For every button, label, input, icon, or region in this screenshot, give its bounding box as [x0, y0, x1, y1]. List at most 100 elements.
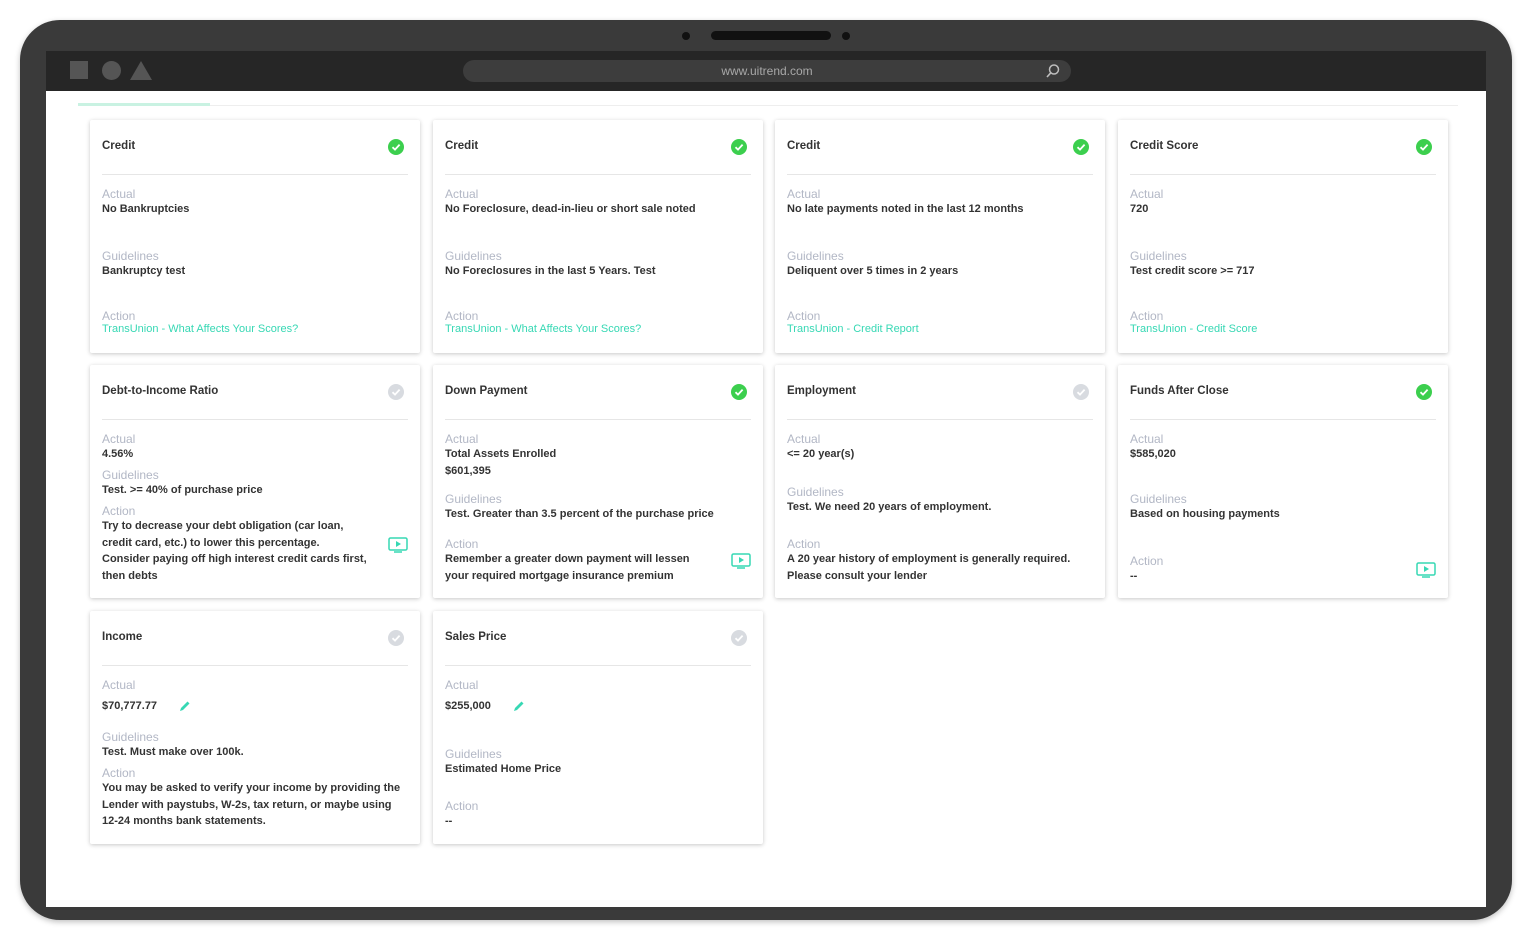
browser-toolbar: www.uitrend.com: [46, 51, 1486, 91]
actual-value: 4.56%: [102, 448, 134, 460]
action-label: Action: [445, 537, 479, 551]
device-frame: www.uitrend.com Credit Actual No Bankrup…: [20, 20, 1512, 920]
action-label: Action: [1130, 309, 1164, 323]
action-link[interactable]: TransUnion - What Affects Your Scores?: [445, 323, 751, 335]
action-text: --: [445, 815, 453, 827]
action-label: Action: [102, 504, 136, 518]
card-title: Credit Score: [1130, 140, 1199, 152]
requirement-card-funds-after-close: Funds After Close Actual $585,020 Guidel…: [1118, 365, 1448, 598]
action-text: --: [1130, 570, 1138, 582]
action-link[interactable]: TransUnion - Credit Report: [787, 323, 1093, 335]
guidelines-label: Guidelines: [445, 249, 502, 263]
guidelines-label: Guidelines: [787, 249, 844, 263]
actual-value: No late payments noted in the last 12 mo…: [787, 203, 1024, 215]
guidelines-label: Guidelines: [102, 468, 159, 482]
requirement-card-credit-foreclosure: Credit Actual No Foreclosure, dead-in-li…: [433, 120, 763, 353]
app-screen: Credit Actual No Bankruptcies Guidelines…: [46, 91, 1486, 907]
pending-circle-icon: [388, 630, 404, 646]
actual-value: No Foreclosure, dead-in-lieu or short sa…: [445, 203, 696, 215]
address-bar-url: www.uitrend.com: [721, 64, 813, 78]
guidelines-value: Test credit score >= 717: [1130, 265, 1255, 277]
active-tab-indicator: [78, 103, 210, 106]
guidelines-value: No Foreclosures in the last 5 Years. Tes…: [445, 265, 656, 277]
pending-circle-icon: [731, 630, 747, 646]
actual-label: Actual: [1130, 187, 1164, 201]
actual-label: Actual: [102, 187, 136, 201]
actual-label: Actual: [787, 432, 821, 446]
actual-amount: $601,395: [445, 464, 491, 477]
actual-value: Total Assets Enrolled: [445, 448, 557, 460]
card-title: Sales Price: [445, 631, 507, 643]
triangle-shape-icon: [130, 61, 152, 80]
guidelines-value: Test. Must make over 100k.: [102, 746, 244, 758]
action-text: You may be asked to verify your income b…: [102, 782, 401, 827]
requirement-card-sales-price: Sales Price Actual $255,000 Guidelines E…: [433, 611, 763, 844]
requirement-card-credit-late-payments: Credit Actual No late payments noted in …: [775, 120, 1105, 353]
pending-circle-icon: [1073, 384, 1089, 400]
guidelines-value: Deliquent over 5 times in 2 years: [787, 265, 959, 277]
requirement-card-debt-to-income: Debt-to-Income Ratio Actual 4.56% Guidel…: [90, 365, 420, 598]
actual-label: Actual: [445, 187, 479, 201]
card-title: Debt-to-Income Ratio: [102, 385, 219, 397]
action-label: Action: [787, 537, 821, 551]
card-title: Down Payment: [445, 385, 528, 397]
video-play-icon[interactable]: [731, 553, 751, 569]
check-circle-icon: [731, 384, 747, 400]
action-label: Action: [102, 766, 136, 780]
guidelines-value: Test. We need 20 years of employment.: [787, 501, 992, 513]
actual-value-row: $255,000: [445, 698, 751, 715]
action-label: Action: [102, 309, 136, 323]
guidelines-value: Bankruptcy test: [102, 265, 186, 277]
card-title: Credit: [787, 140, 821, 152]
video-play-icon[interactable]: [1416, 562, 1436, 578]
square-shape-icon: [70, 61, 88, 79]
guidelines-value: Based on housing payments: [1130, 508, 1280, 520]
card-title: Income: [102, 631, 143, 643]
edit-pencil-icon[interactable]: [178, 699, 192, 713]
actual-value: No Bankruptcies: [102, 203, 190, 215]
actual-value: <= 20 year(s): [787, 448, 855, 460]
action-label: Action: [787, 309, 821, 323]
camera-dot: [682, 32, 690, 40]
card-title: Credit: [445, 140, 479, 152]
tab-divider: [78, 105, 1458, 106]
actual-value: $255,000: [445, 700, 491, 712]
actual-label: Actual: [787, 187, 821, 201]
video-play-icon[interactable]: [388, 537, 408, 553]
check-circle-icon: [1073, 139, 1089, 155]
card-title: Employment: [787, 385, 857, 397]
guidelines-label: Guidelines: [102, 249, 159, 263]
address-bar[interactable]: www.uitrend.com: [463, 60, 1071, 82]
pending-circle-icon: [388, 384, 404, 400]
sensor-dot: [842, 32, 850, 40]
action-text: Remember a greater down payment will les…: [445, 553, 690, 582]
search-icon[interactable]: [1045, 63, 1061, 79]
actual-label: Actual: [102, 432, 136, 446]
guidelines-label: Guidelines: [102, 730, 159, 744]
requirement-card-credit-score: Credit Score Actual 720 Guidelines Test …: [1118, 120, 1448, 353]
guidelines-value: Estimated Home Price: [445, 763, 562, 775]
circle-shape-icon: [102, 61, 121, 80]
action-link[interactable]: TransUnion - Credit Score: [1130, 323, 1436, 335]
actual-label: Actual: [102, 678, 136, 692]
edit-pencil-icon[interactable]: [512, 699, 526, 713]
card-title: Funds After Close: [1130, 385, 1229, 397]
action-label: Action: [1130, 554, 1164, 568]
action-link[interactable]: TransUnion - What Affects Your Scores?: [102, 323, 408, 335]
actual-value-row: $70,777.77: [102, 698, 408, 715]
actual-value: $585,020: [1130, 448, 1176, 460]
guidelines-label: Guidelines: [445, 492, 502, 506]
speaker-grille: [711, 31, 831, 40]
card-title: Credit: [102, 140, 136, 152]
actual-label: Actual: [445, 678, 479, 692]
action-label: Action: [445, 799, 479, 813]
action-label: Action: [445, 309, 479, 323]
actual-value: $70,777.77: [102, 700, 158, 712]
check-circle-icon: [731, 139, 747, 155]
guidelines-label: Guidelines: [1130, 492, 1187, 506]
actual-label: Actual: [1130, 432, 1164, 446]
check-circle-icon: [1416, 139, 1432, 155]
guidelines-value: Test. >= 40% of purchase price: [102, 484, 263, 496]
action-text: A 20 year history of employment is gener…: [787, 553, 1071, 582]
requirement-card-down-payment: Down Payment Actual Total Assets Enrolle…: [433, 365, 763, 598]
